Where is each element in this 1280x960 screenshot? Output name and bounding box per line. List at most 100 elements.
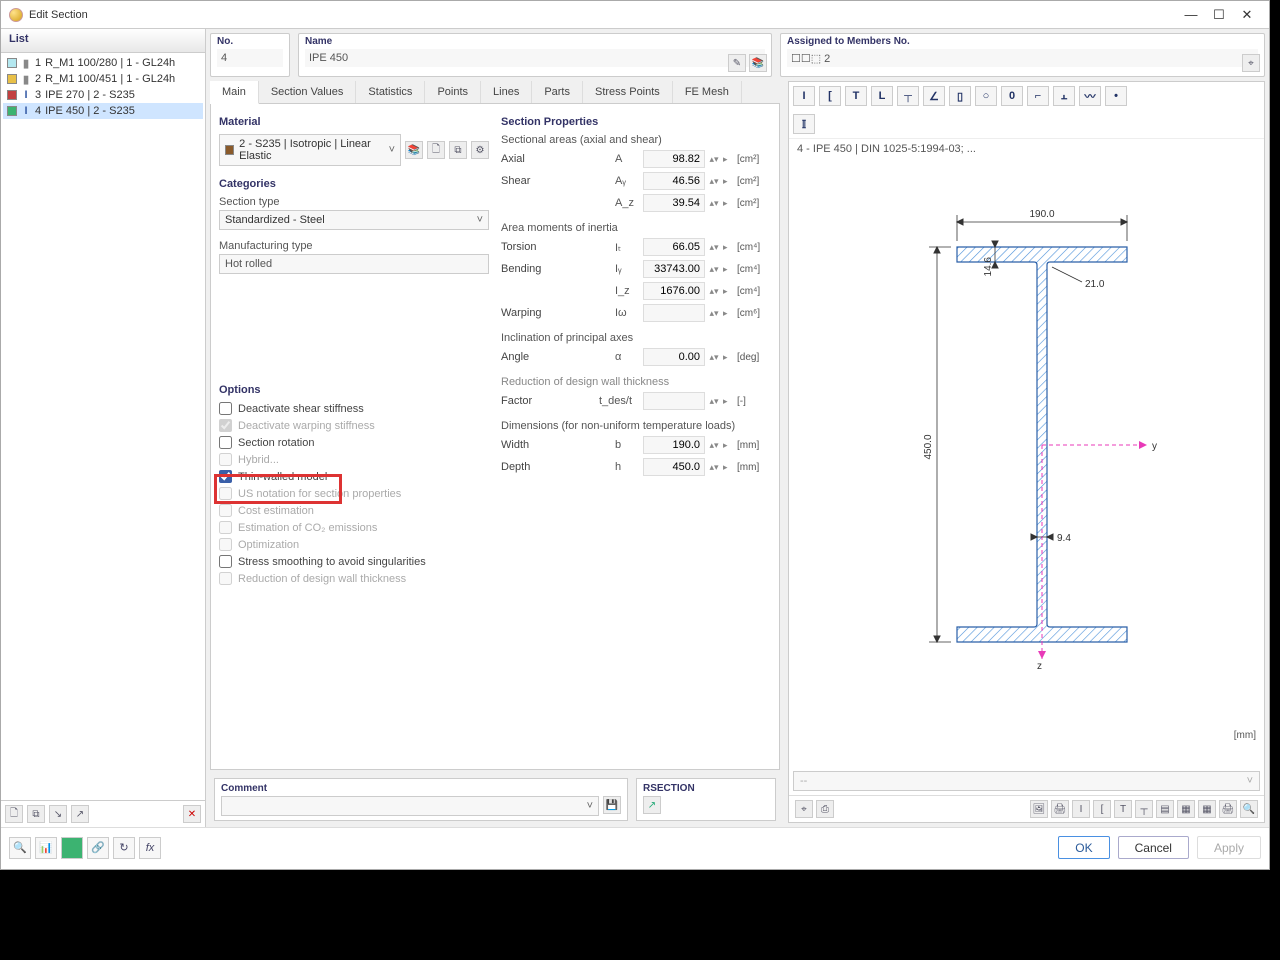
tab-section-values[interactable]: Section Values xyxy=(259,81,357,103)
pv-c-icon[interactable]: [ xyxy=(1093,800,1111,818)
ibeam-alt-btn[interactable]: 𝕀 xyxy=(793,114,815,134)
pv-tool2[interactable]: ⎙ xyxy=(816,800,834,818)
shear-y-input[interactable] xyxy=(643,172,705,190)
rsection-label: RSECTION xyxy=(643,783,769,794)
tbeam-btn[interactable]: T xyxy=(845,86,867,106)
delete-icon[interactable]: ✕ xyxy=(183,805,201,823)
cancel-button[interactable]: Cancel xyxy=(1118,836,1189,859)
preview-selector[interactable]: -- ˅ xyxy=(793,771,1260,791)
torsion-input[interactable] xyxy=(643,238,705,256)
pv-colors-icon[interactable]: ▦ xyxy=(1198,800,1216,818)
tab-statistics[interactable]: Statistics xyxy=(356,81,425,103)
pick-icon[interactable]: ⌖ xyxy=(1242,54,1260,72)
prop-warping: WarpingIω▴▾▸[cm⁶] xyxy=(501,304,771,322)
cbeam-btn[interactable]: [ xyxy=(819,86,841,106)
prop-bending-y: BendingIᵧ▴▾▸[cm⁴] xyxy=(501,260,771,278)
tab-stress-points[interactable]: Stress Points xyxy=(583,81,673,103)
library-icon[interactable]: 📚 xyxy=(749,54,767,72)
rsection-area: RSECTION ↗ xyxy=(636,778,776,821)
no-input[interactable] xyxy=(217,49,283,67)
pv-t2-icon[interactable]: ┬ xyxy=(1135,800,1153,818)
material-new-icon[interactable]: 🗋 xyxy=(427,141,445,159)
opt-stress-smoothing[interactable]: Stress smoothing to avoid singularities xyxy=(219,555,489,568)
rect-btn[interactable]: ▯ xyxy=(949,86,971,106)
dim-r: 21.0 xyxy=(1085,279,1105,290)
maximize-button[interactable]: ☐ xyxy=(1205,5,1233,25)
list-item[interactable]: I 3 IPE 270 | 2 - S235 xyxy=(3,87,203,103)
minimize-button[interactable]: — xyxy=(1177,5,1205,25)
edit-icon[interactable]: ✎ xyxy=(728,54,746,72)
lbeam-btn[interactable]: L xyxy=(871,86,893,106)
axial-input[interactable] xyxy=(643,150,705,168)
preview-canvas[interactable]: 190.0 450.0 14.6 xyxy=(789,159,1264,767)
material-settings-icon[interactable]: ⚙ xyxy=(471,141,489,159)
pv-tool1[interactable]: ⌖ xyxy=(795,800,813,818)
depth-input[interactable] xyxy=(643,458,705,476)
bending-z-input[interactable] xyxy=(643,282,705,300)
pv-print2-icon[interactable]: 🖨 xyxy=(1219,800,1237,818)
opt-thin-walled[interactable]: Thin-walled model xyxy=(219,470,489,483)
close-button[interactable]: ✕ xyxy=(1233,5,1261,25)
wave-btn[interactable]: 〰 xyxy=(1079,86,1101,106)
double-btn[interactable]: ⫠ xyxy=(1053,86,1075,106)
pv-grid2-icon[interactable]: ▦ xyxy=(1177,800,1195,818)
shear-z-input[interactable] xyxy=(643,194,705,212)
tab-main[interactable]: Main xyxy=(210,81,259,104)
assigned-input[interactable] xyxy=(787,49,1258,67)
dialog-footer: 🔍 📊 🔗 ↻ fx OK Cancel Apply xyxy=(1,827,1269,867)
ok-button[interactable]: OK xyxy=(1058,836,1109,859)
angle-input[interactable] xyxy=(643,348,705,366)
material-dropdown[interactable]: 2 - S235 | Isotropic | Linear Elastic ˅ xyxy=(219,134,401,166)
material-lib-icon[interactable]: 📚 xyxy=(405,141,423,159)
section-type-dropdown[interactable]: Standardized - Steel ˅ xyxy=(219,210,489,230)
prop-shear-z: A_z▴▾▸[cm²] xyxy=(501,194,771,212)
pv-t-icon[interactable]: T xyxy=(1114,800,1132,818)
tab-fe-mesh[interactable]: FE Mesh xyxy=(673,81,742,103)
pv-i-icon[interactable]: I xyxy=(1072,800,1090,818)
name-input[interactable] xyxy=(305,49,765,67)
rsection-icon[interactable]: ↗ xyxy=(643,796,661,814)
opt-section-rotation[interactable]: Section rotation xyxy=(219,436,489,449)
bending-y-input[interactable] xyxy=(643,260,705,278)
tab-points[interactable]: Points xyxy=(425,81,481,103)
pv-print-icon[interactable]: 🖨 xyxy=(1051,800,1069,818)
comment-area: Comment ˅ 💾 xyxy=(214,778,628,821)
prop-factor: Factort_des/t▴▾▸[-] xyxy=(501,392,771,410)
opt-deactivate-shear[interactable]: Deactivate shear stiffness xyxy=(219,402,489,415)
preview-title: 4 - IPE 450 | DIN 1025-5:1994-03; ... xyxy=(789,139,1264,159)
ibeam-btn[interactable]: I xyxy=(793,86,815,106)
pv-search-icon[interactable]: 🔍 xyxy=(1240,800,1258,818)
list-item[interactable]: ▮ 1 R_M1 100/280 | 1 - GL24h xyxy=(3,55,203,71)
link-icon[interactable]: 🔗 xyxy=(87,837,109,859)
oval-btn[interactable]: 0 xyxy=(1001,86,1023,106)
calc-icon[interactable]: 📊 xyxy=(35,837,57,859)
pv-grid-icon[interactable]: ▤ xyxy=(1156,800,1174,818)
circle-btn[interactable]: ○ xyxy=(975,86,997,106)
help-icon[interactable]: 🔍 xyxy=(9,837,31,859)
check-in-icon[interactable]: ↘ xyxy=(49,805,67,823)
t2-btn[interactable]: ┬ xyxy=(897,86,919,106)
material-copy-icon[interactable]: ⧉ xyxy=(449,141,467,159)
list-item-text: R_M1 100/280 | 1 - GL24h xyxy=(45,57,175,69)
apply-button[interactable]: Apply xyxy=(1197,836,1261,859)
assigned-label: Assigned to Members No. xyxy=(787,36,1258,47)
list-item[interactable]: ▮ 2 R_M1 100/451 | 1 - GL24h xyxy=(3,71,203,87)
check-out-icon[interactable]: ↗ xyxy=(71,805,89,823)
tab-lines[interactable]: Lines xyxy=(481,81,532,103)
list-item[interactable]: I 4 IPE 450 | 2 - S235 xyxy=(3,103,203,119)
inertia-header: Area moments of inertia xyxy=(501,222,771,234)
axis-y: y xyxy=(1152,441,1157,452)
z-btn[interactable]: ⌐ xyxy=(1027,86,1049,106)
comment-save-icon[interactable]: 💾 xyxy=(603,796,621,814)
color-icon[interactable] xyxy=(61,837,83,859)
misc-btn[interactable]: • xyxy=(1105,86,1127,106)
copy-icon[interactable]: ⧉ xyxy=(27,805,45,823)
comment-dropdown[interactable]: ˅ xyxy=(221,796,599,816)
new-icon[interactable]: 🗋 xyxy=(5,805,23,823)
refresh-icon[interactable]: ↻ xyxy=(113,837,135,859)
tab-parts[interactable]: Parts xyxy=(532,81,583,103)
width-input[interactable] xyxy=(643,436,705,454)
angle-btn[interactable]: ∠ xyxy=(923,86,945,106)
fx-icon[interactable]: fx xyxy=(139,837,161,859)
pv-photo-icon[interactable]: 🖼 xyxy=(1030,800,1048,818)
